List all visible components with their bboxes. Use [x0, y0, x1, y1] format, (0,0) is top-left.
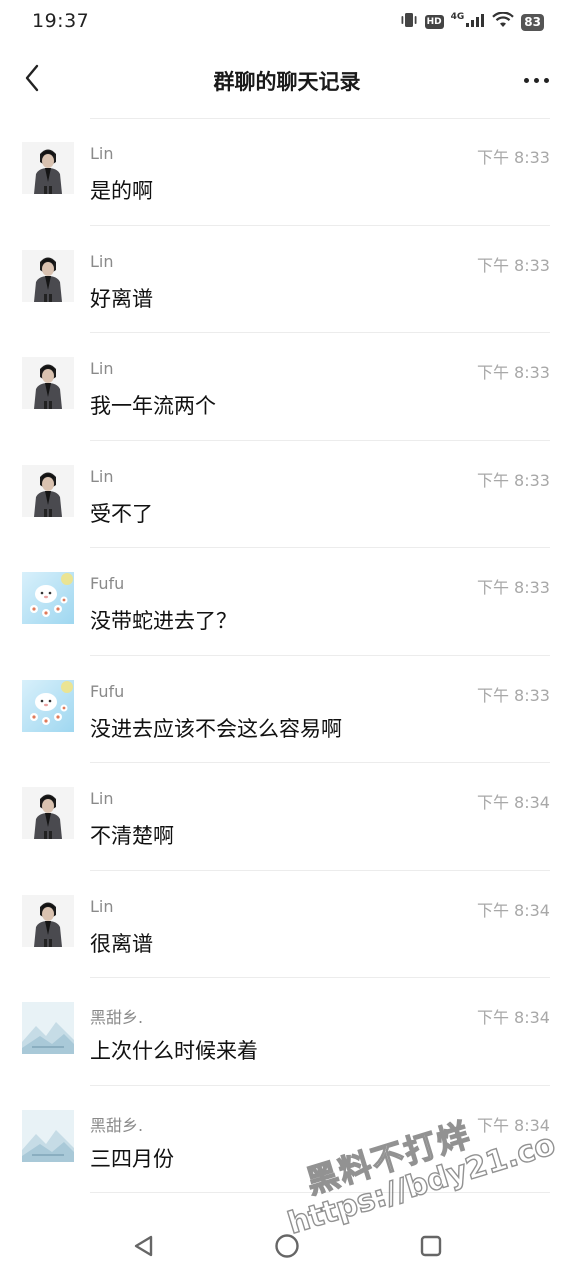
message-item[interactable]: Lin 下午 8:33 我一年流两个 [0, 333, 574, 441]
system-nav-bar [0, 1206, 574, 1280]
message-time: 下午 8:34 [476, 900, 550, 920]
avatar[interactable] [22, 357, 74, 409]
header-bar: 群聊的聊天记录 [0, 44, 574, 118]
more-dot [533, 77, 539, 83]
status-time: 19:37 [32, 10, 90, 32]
message-time: 下午 8:34 [476, 793, 550, 812]
system-back-button[interactable] [124, 1228, 164, 1268]
avatar[interactable] [22, 464, 74, 517]
message-text: 好离谱 [90, 286, 153, 311]
avatar[interactable] [22, 787, 74, 839]
vibrate-icon [400, 12, 418, 32]
message-text: 很离谱 [90, 931, 153, 956]
sender-name: Lin [90, 251, 114, 271]
message-item[interactable]: 黑甜乡. 下午 8:34 三四月份 [0, 1086, 574, 1193]
message-time: 下午 8:33 [476, 148, 550, 167]
message-time: 下午 8:33 [476, 685, 550, 705]
square-recents-icon [419, 1234, 443, 1262]
message-time: 下午 8:33 [476, 470, 550, 490]
sender-name: Fufu [90, 681, 125, 701]
more-dot [523, 77, 529, 83]
status-bar: 19:37 HD 4G 83 [0, 0, 574, 44]
message-item[interactable]: 黑甜乡. 下午 8:34 上次什么时候来着 [0, 978, 574, 1086]
message-item[interactable]: Lin 下午 8:34 很离谱 [0, 871, 574, 978]
network-type: 4G [450, 11, 465, 22]
message-text: 没进去应该不会这么容易啊 [90, 716, 342, 741]
message-text: 受不了 [90, 501, 153, 526]
sender-name: Lin [90, 466, 114, 486]
message-time: 下午 8:33 [476, 363, 550, 382]
message-time: 下午 8:34 [476, 1115, 550, 1135]
hd-badge: HD [424, 15, 444, 29]
message-text: 三四月份 [90, 1146, 174, 1171]
wifi-icon [492, 11, 515, 32]
avatar[interactable] [22, 572, 74, 624]
sender-name: Lin [90, 896, 114, 916]
message-time: 下午 8:33 [476, 578, 550, 597]
avatar[interactable] [22, 249, 74, 302]
battery-indicator: 83 [521, 13, 544, 31]
sender-name: Lin [90, 144, 114, 163]
avatar[interactable] [22, 142, 74, 194]
sender-name: Lin [90, 359, 114, 378]
row-divider [90, 1192, 550, 1193]
message-text: 上次什么时候来着 [90, 1039, 258, 1063]
message-text: 我一年流两个 [90, 394, 216, 418]
message-item[interactable]: Fufu 下午 8:33 没进去应该不会这么容易啊 [0, 656, 574, 763]
circle-home-icon [274, 1233, 300, 1263]
message-item[interactable]: Lin 下午 8:33 好离谱 [0, 226, 574, 333]
signal-icon [465, 12, 485, 32]
message-item[interactable]: Lin 下午 8:33 是的啊 [0, 118, 574, 226]
message-time: 下午 8:34 [476, 1008, 550, 1027]
message-text: 没带蛇进去了？ [90, 609, 237, 633]
sender-name: Lin [90, 789, 114, 808]
avatar[interactable] [22, 894, 74, 947]
system-home-button[interactable] [267, 1228, 307, 1268]
page-title: 群聊的聊天记录 [213, 70, 361, 94]
message-text: 不清楚啊 [90, 824, 174, 848]
more-options-button[interactable] [516, 62, 556, 98]
sender-name: Fufu [90, 574, 125, 593]
message-time: 下午 8:33 [476, 255, 550, 275]
status-icons: HD 4G 83 [400, 11, 544, 32]
message-text: 是的啊 [90, 179, 153, 203]
more-dot [543, 77, 549, 83]
triangle-back-icon [132, 1234, 156, 1262]
sender-name: 黑甜乡. [90, 1115, 144, 1135]
message-item[interactable]: Fufu 下午 8:33 没带蛇进去了？ [0, 548, 574, 656]
sender-name: 黑甜乡. [90, 1008, 144, 1027]
avatar[interactable] [22, 1109, 74, 1162]
message-item[interactable]: Lin 下午 8:33 受不了 [0, 441, 574, 548]
avatar[interactable] [22, 679, 74, 732]
message-item[interactable]: Lin 下午 8:34 不清楚啊 [0, 763, 574, 871]
system-recents-button[interactable] [411, 1228, 451, 1268]
avatar[interactable] [22, 1002, 74, 1054]
